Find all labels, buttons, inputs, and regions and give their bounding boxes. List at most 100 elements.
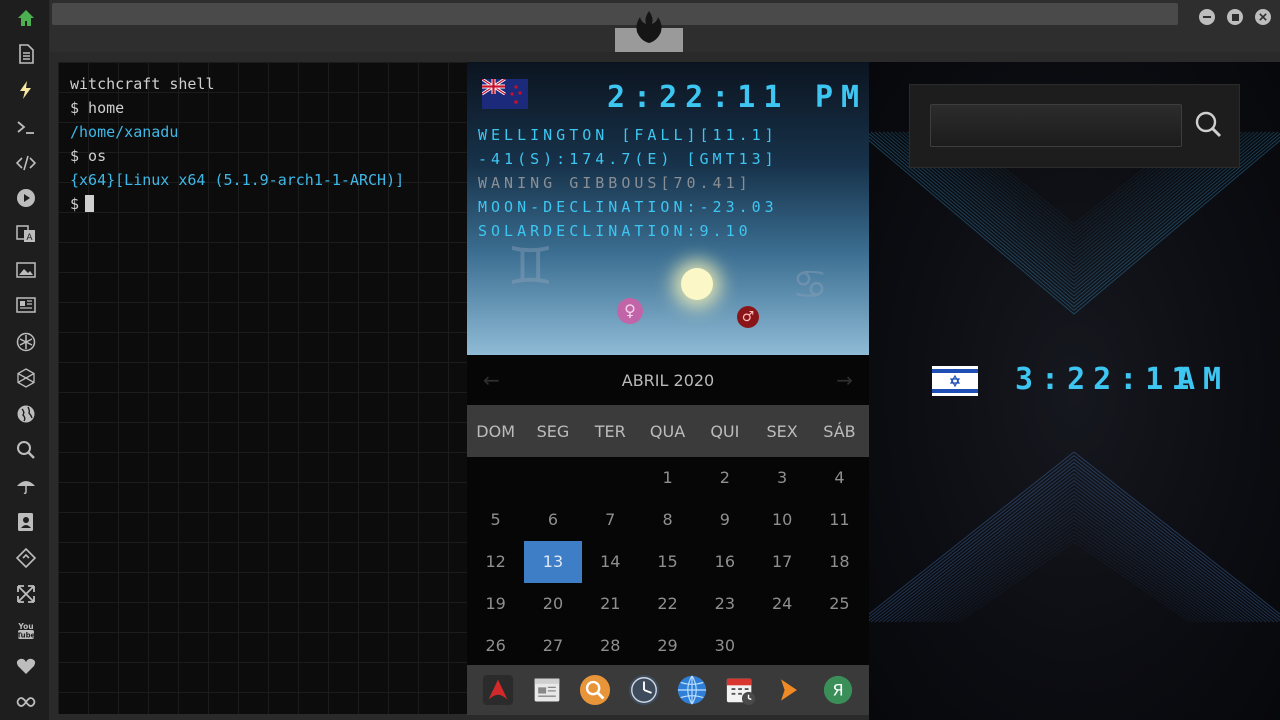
top-bar xyxy=(50,0,1280,52)
calendar-day[interactable]: 13 xyxy=(524,541,582,583)
contact-icon[interactable] xyxy=(13,509,39,535)
calendar-day-empty xyxy=(524,457,581,499)
globe-icon[interactable] xyxy=(675,673,709,707)
calendar-day[interactable]: 27 xyxy=(524,625,581,667)
next-month-button[interactable]: → xyxy=(836,368,853,392)
calendar-day[interactable]: 28 xyxy=(582,625,639,667)
svg-text:Tube: Tube xyxy=(17,632,36,640)
svg-text:A: A xyxy=(26,233,33,243)
calendar-day[interactable]: 10 xyxy=(753,499,810,541)
calendar-day[interactable]: 22 xyxy=(639,583,696,625)
arch-linux-icon[interactable] xyxy=(481,673,515,707)
bolt-icon[interactable] xyxy=(13,77,39,103)
translate-icon[interactable]: A xyxy=(13,221,39,247)
calendar-day[interactable]: 6 xyxy=(524,499,581,541)
rebel-alliance-icon xyxy=(636,11,662,43)
calendar-day[interactable]: 4 xyxy=(811,457,868,499)
calendar-day[interactable]: 20 xyxy=(524,583,581,625)
calendar-day[interactable]: 11 xyxy=(811,499,868,541)
expand-icon[interactable] xyxy=(13,581,39,607)
terminal-icon[interactable] xyxy=(13,114,39,140)
calendar-days: 1 2 3 4 5 6 7 8 9 10 11 12 13 14 15 16 17 18 19 20 21 22 23 24 2… xyxy=(467,457,869,667)
calendar-day[interactable]: 5 xyxy=(467,499,524,541)
calendar-day[interactable]: 8 xyxy=(639,499,696,541)
calendar-day[interactable]: 26 xyxy=(467,625,524,667)
weekday-label: SEX xyxy=(766,421,798,441)
heart-icon[interactable] xyxy=(13,653,39,679)
calendar-day[interactable]: 23 xyxy=(696,583,753,625)
clock-icon[interactable] xyxy=(627,673,661,707)
sun xyxy=(681,268,713,300)
calendar-day[interactable]: 2 xyxy=(696,457,753,499)
umbrella-icon[interactable] xyxy=(13,473,39,499)
close-button[interactable] xyxy=(1255,9,1271,25)
calendar-day-empty xyxy=(467,457,524,499)
israel-flag-icon xyxy=(932,366,978,396)
calendar-day[interactable]: 18 xyxy=(811,541,868,583)
calendar-day[interactable]: 7 xyxy=(582,499,639,541)
search-icon[interactable] xyxy=(13,437,39,463)
cancer-symbol: ♋ xyxy=(792,262,828,308)
infinity-icon[interactable] xyxy=(13,689,39,715)
active-tab[interactable] xyxy=(615,0,683,52)
terminal-cursor xyxy=(85,195,95,212)
calendar-day[interactable]: 25 xyxy=(811,583,868,625)
right-panel: 3:22:11 AM xyxy=(869,62,1280,720)
local-time: 2:22:11 xyxy=(607,80,790,115)
image-icon[interactable] xyxy=(13,257,39,283)
calendar-day[interactable]: 9 xyxy=(696,499,753,541)
terminal-line: {x64}[Linux x64 (5.1.9-arch1-1-ARCH)] xyxy=(70,171,405,189)
calendar-day[interactable]: 15 xyxy=(639,541,696,583)
rebel-icon[interactable] xyxy=(13,329,39,355)
calendar-clock-icon[interactable] xyxy=(724,673,758,707)
terminal-prompt: $ xyxy=(70,195,80,213)
magnifier-icon[interactable] xyxy=(578,673,612,707)
search-input[interactable] xyxy=(930,104,1182,147)
weekday-label: DOM xyxy=(476,421,515,441)
calendar-day[interactable]: 14 xyxy=(582,541,639,583)
calendar-day[interactable]: 21 xyxy=(582,583,639,625)
git-icon[interactable] xyxy=(13,545,39,571)
israel-time: 3:22:11 xyxy=(1015,362,1198,397)
venus-planet: ♀ xyxy=(617,298,643,324)
maximize-button[interactable] xyxy=(1227,9,1243,25)
play-icon[interactable] xyxy=(13,185,39,211)
calendar-day[interactable]: 12 xyxy=(467,541,524,583)
minimize-button[interactable] xyxy=(1199,9,1215,25)
month-label: ABRIL 2020 xyxy=(621,370,715,390)
file-icon[interactable] xyxy=(13,41,39,67)
home-icon[interactable] xyxy=(13,5,39,31)
news-icon[interactable] xyxy=(13,292,39,318)
prev-month-button[interactable]: ← xyxy=(483,368,500,392)
hexagon-icon[interactable] xyxy=(13,365,39,391)
calendar-day-empty xyxy=(582,457,639,499)
weekday-label: SEG xyxy=(536,421,570,441)
calendar-day[interactable]: 29 xyxy=(639,625,696,667)
calendar-header: ← ABRIL 2020 → xyxy=(467,355,869,405)
sky-clock-panel: ♊ ♋ 2:22:11 PM WELLINGTON [FALL][11.1] -… xyxy=(467,62,869,355)
calendar: ← ABRIL 2020 → DOM SEG TER QUA QUI SEX S… xyxy=(467,355,869,665)
youtube-icon[interactable]: You Tube xyxy=(13,617,39,643)
location-line: WELLINGTON [FALL][11.1] xyxy=(478,126,778,144)
weekday-label: QUA xyxy=(649,421,686,441)
search-button[interactable] xyxy=(1192,107,1226,143)
calendar-day[interactable]: 16 xyxy=(696,541,753,583)
calendar-day[interactable]: 30 xyxy=(696,625,753,667)
calendar-news-icon[interactable] xyxy=(530,673,564,707)
calendar-day[interactable]: 24 xyxy=(753,583,810,625)
yandex-icon[interactable]: Я xyxy=(821,673,855,707)
calendar-day[interactable]: 3 xyxy=(753,457,810,499)
calendar-day[interactable]: 19 xyxy=(467,583,524,625)
terminal-prompt-line[interactable]: $ xyxy=(70,192,467,216)
globe-icon[interactable] xyxy=(13,401,39,427)
code-icon[interactable] xyxy=(13,150,39,176)
weekday-label: TER xyxy=(594,421,626,441)
search-widget xyxy=(909,84,1240,168)
new-zealand-flag-icon xyxy=(482,79,528,109)
forward-icon[interactable] xyxy=(772,673,806,707)
svg-text:Я: Я xyxy=(832,681,843,700)
terminal[interactable]: witchcraft shell $ home /home/xanadu $ o… xyxy=(58,62,467,714)
calendar-day[interactable]: 1 xyxy=(639,457,696,499)
calendar-day[interactable]: 17 xyxy=(753,541,810,583)
weekday-label: SÁB xyxy=(823,421,856,441)
